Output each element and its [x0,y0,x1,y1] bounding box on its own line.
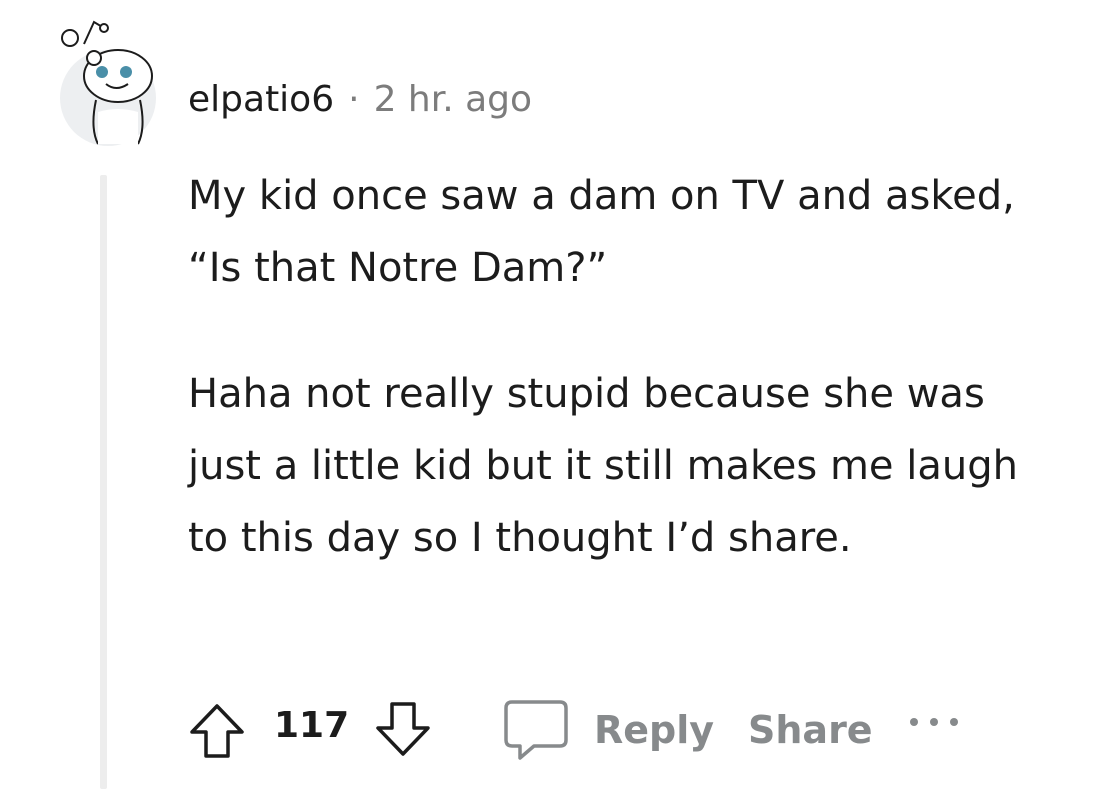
timestamp: 2 hr. ago [373,79,533,120]
share-button[interactable]: Share [748,708,873,752]
separator-dot: · [348,79,360,120]
username[interactable]: elpatio6 [188,79,334,120]
comment-body: My kid once saw a dam on TV and asked, “… [188,160,1068,628]
arrow-down-icon[interactable] [374,700,432,758]
comment-action-bar: 117 Reply Share [188,696,1088,766]
comment-header: elpatio6 · 2 hr. ago [188,78,532,122]
reply-button[interactable]: Reply [594,708,714,752]
snoo-avatar-icon[interactable] [58,16,158,146]
ellipsis-icon[interactable] [906,712,966,732]
comment-paragraph: My kid once saw a dam on TV and asked, “… [188,173,1015,291]
arrow-up-icon[interactable] [188,702,246,760]
speech-bubble-icon[interactable] [502,698,570,762]
vote-score: 117 [274,705,350,746]
comment-paragraph: Haha not really stupid because she was j… [188,371,1018,561]
thread-line[interactable] [100,175,107,789]
